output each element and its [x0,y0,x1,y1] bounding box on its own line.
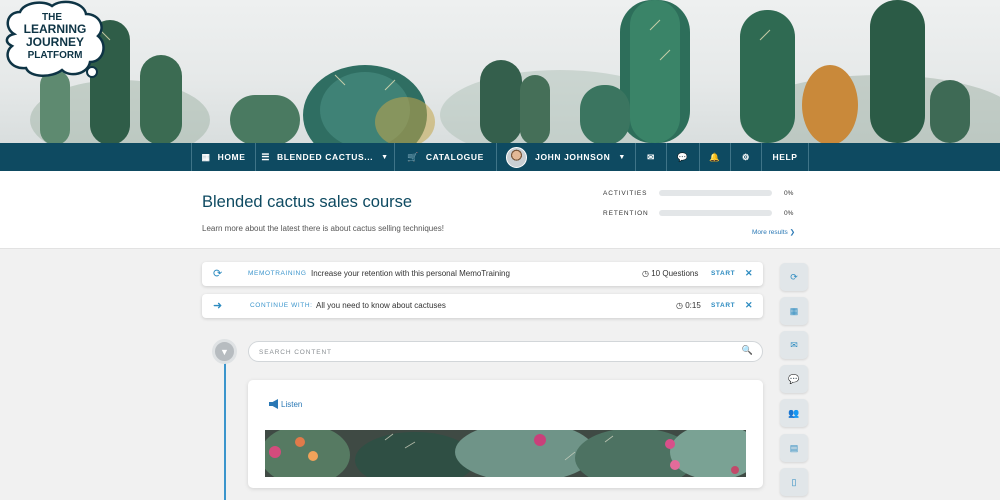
nav-course-label: BLENDED CACTUS... [276,152,374,162]
chat-icon: 💬 [677,151,689,162]
speaker-icon [269,399,278,409]
timeline-toggle[interactable]: ▼ [212,339,237,364]
users-icon: 👥 [788,407,800,418]
activities-value: 0% [784,190,794,197]
svg-text:JOURNEY: JOURNEY [26,35,84,49]
rail-mail-button[interactable]: ✉ [780,331,808,359]
retention-progress-bar [659,210,772,216]
nav-home[interactable]: ▦ HOME [191,143,255,171]
listen-label: Listen [281,399,303,409]
chat-icon: 💬 [788,373,800,384]
page-title: Blended cactus sales course [202,193,413,211]
cart-icon: 🛒 [407,151,419,162]
nav-course-dropdown[interactable]: ☰ BLENDED CACTUS... ▼ [255,143,394,171]
rail-users-button[interactable]: 👥 [780,399,808,427]
nav-help-label: HELP [772,152,798,162]
notice-meta-value: 0:15 [685,301,701,310]
retention-value: 0% [784,210,794,217]
document-icon: ▯ [791,476,797,487]
svg-text:LEARNING: LEARNING [24,22,87,36]
notice-meta: ◷ 0:15 [676,301,701,310]
rail-calendar-button[interactable]: ▦ [780,297,808,325]
avatar [506,146,528,168]
chevron-down-icon: ▼ [618,153,626,161]
refresh-icon: ⟳ [213,268,223,280]
course-header: Blended cactus sales course Learn more a… [0,171,1000,249]
memotraining-notice: ⟳ MEMOTRAINING Increase your retention w… [202,262,763,286]
book-icon: ▤ [789,442,799,453]
more-results-link[interactable]: More results ❯ [752,228,795,236]
chevron-down-icon: ▼ [220,346,229,357]
notice-text: Increase your retention with this person… [311,269,510,278]
clock-icon: ◷ [642,269,649,278]
cactus-photo [30,0,1000,143]
nav-messages[interactable]: ✉ [635,143,666,171]
close-icon[interactable]: ✕ [745,300,753,311]
close-icon[interactable]: ✕ [745,268,753,279]
listen-button[interactable]: Listen [269,399,302,409]
notice-tag: MEMOTRAINING [248,270,307,277]
nav-settings[interactable]: ⚙ [730,143,761,171]
content-image [265,430,746,477]
hero-banner: THE LEARNING JOURNEY PLATFORM [0,0,1000,143]
rail-book-button[interactable]: ▤ [780,434,808,462]
nav-help[interactable]: HELP [761,143,809,171]
activities-label: ACTIVITIES [603,190,648,197]
search-input[interactable] [259,345,729,359]
cactus-flower-image [265,430,746,477]
rail-chat-button[interactable]: 💬 [780,365,808,393]
search-bar: 🔍 [248,341,763,362]
notice-text: All you need to know about cactuses [316,301,446,310]
timeline-line [224,362,226,500]
notice-tag: CONTINUE WITH: [250,302,313,309]
list-icon: ☰ [261,151,270,162]
envelope-icon: ✉ [647,151,655,162]
rail-refresh-button[interactable]: ⟳ [780,263,808,291]
course-description: Learn more about the latest there is abo… [202,224,444,233]
search-icon[interactable]: 🔍 [742,345,753,356]
clock-icon: ◷ [676,301,683,310]
rail-document-button[interactable]: ▯ [780,468,808,496]
nav-user-name: JOHN JOHNSON [535,152,611,162]
envelope-icon: ✉ [790,339,798,350]
notice-meta: ◷ 10 Questions [642,269,698,278]
content-card: Listen [248,380,763,488]
calendar-icon: ▦ [789,305,799,316]
gear-icon: ⚙ [741,151,751,162]
nav-home-label: HOME [217,152,246,162]
nav-user-menu[interactable]: JOHN JOHNSON ▼ [496,143,635,171]
arrow-right-icon: ➜ [213,300,223,312]
continue-notice: ➜ CONTINUE WITH: All you need to know ab… [202,294,763,318]
platform-logo[interactable]: THE LEARNING JOURNEY PLATFORM [0,0,112,82]
svg-text:PLATFORM: PLATFORM [28,50,83,61]
nav-notifications[interactable]: 🔔 [699,143,730,171]
main-navbar: ▦ HOME ☰ BLENDED CACTUS... ▼ 🛒 CATALOGUE… [0,143,1000,171]
nav-catalogue[interactable]: 🛒 CATALOGUE [394,143,496,171]
grid-icon: ▦ [201,151,211,162]
activities-progress-bar [659,190,772,196]
chevron-down-icon: ▼ [381,153,389,161]
start-button[interactable]: START [711,302,735,309]
start-button[interactable]: START [711,270,735,277]
refresh-icon: ⟳ [790,271,798,282]
nav-catalogue-label: CATALOGUE [425,152,484,162]
nav-chat[interactable]: 💬 [666,143,699,171]
bell-icon: 🔔 [709,151,721,162]
notice-meta-value: 10 Questions [651,269,699,278]
retention-label: RETENTION [603,210,649,217]
